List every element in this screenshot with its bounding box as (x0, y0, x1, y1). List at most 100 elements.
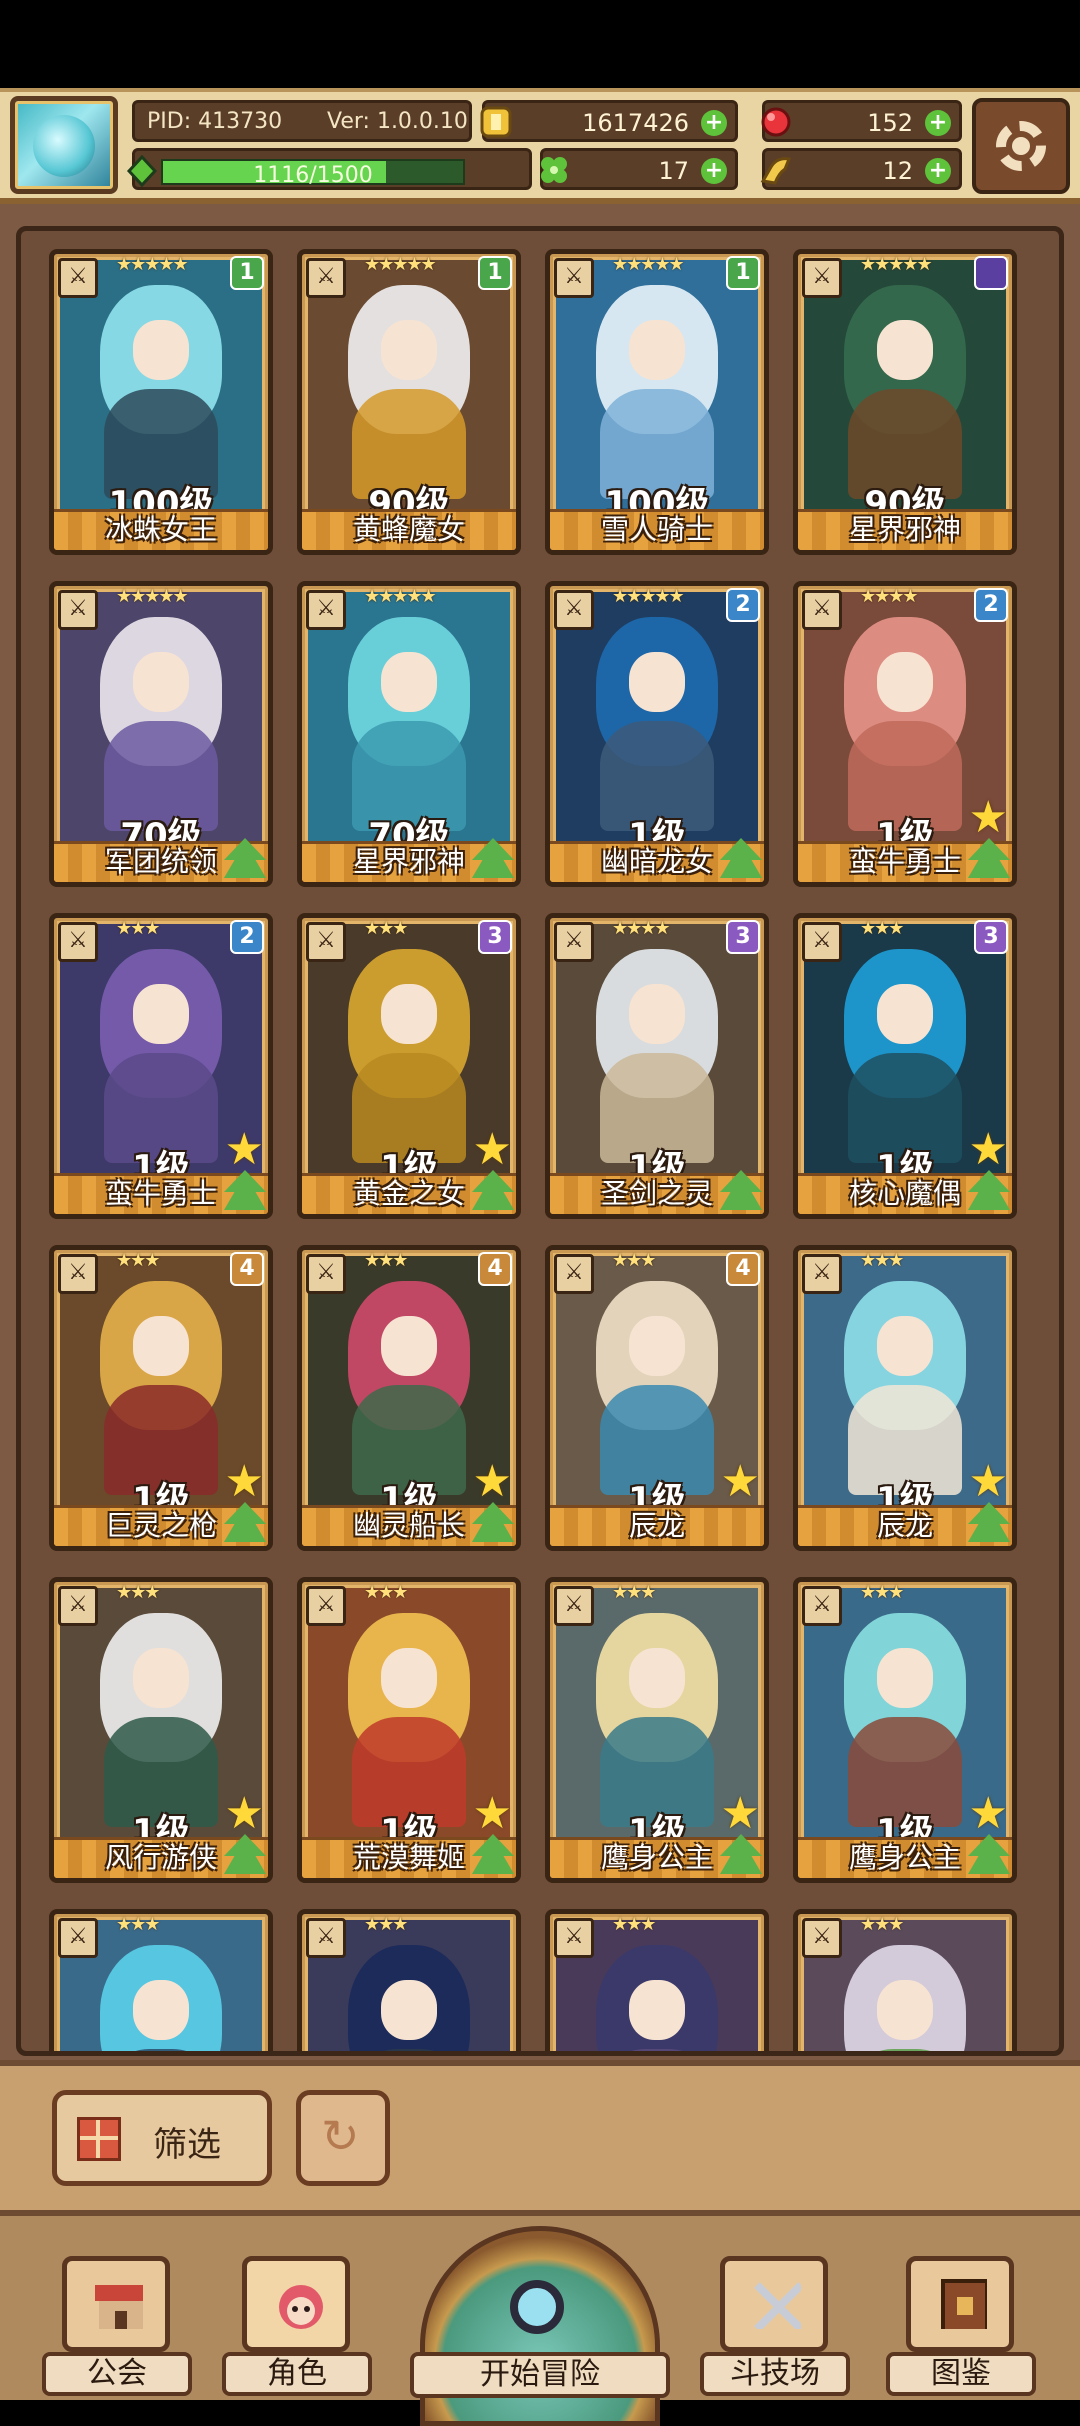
codex-icon-box (906, 2256, 1014, 2352)
hero-card[interactable]: ⚔ ★★★★ 3 1级 圣剑之灵 (545, 913, 769, 1219)
add-gold-button[interactable]: + (701, 110, 727, 136)
nav-guild[interactable]: 公会 (42, 2256, 192, 2396)
avatar-portrait (33, 115, 95, 177)
hero-face (380, 319, 438, 380)
gold-counter: 1617426 + (480, 100, 738, 142)
hero-name: 辰龙 (628, 1509, 685, 1542)
filter-bar: 筛选 ↻ (0, 2060, 1080, 2210)
status-bar (0, 0, 1080, 88)
hero-card[interactable]: ⚔ ★★★ (297, 1909, 521, 2051)
hero-card[interactable]: ⚔ ★★★★★ 1 100级 雪人骑士 (545, 249, 769, 555)
star-upgrade-icon: ★ (968, 792, 1008, 843)
hero-card[interactable]: ⚔ ★★★★ 2 1级 蛮牛勇士 ★ (793, 581, 1017, 887)
star-rating: ★★★★★ (860, 254, 933, 275)
add-clover-button[interactable]: + (701, 158, 727, 184)
hero-face (380, 1647, 438, 1708)
star-upgrade-icon: ★ (968, 1788, 1008, 1839)
class-icon: ⚔ (58, 1918, 98, 1958)
settings-button[interactable] (972, 98, 1070, 194)
hero-face (628, 1315, 686, 1376)
star-rating: ★★★ (116, 918, 160, 939)
class-icon: ⚔ (306, 590, 346, 630)
star-rating: ★★★ (364, 1582, 408, 1603)
magnifier-icon (510, 2280, 564, 2334)
star-upgrade-icon: ★ (472, 1124, 512, 1175)
gold-value: 1617426 (582, 109, 689, 137)
add-gems-button[interactable]: + (925, 110, 951, 136)
character-icon-box (242, 2256, 350, 2352)
star-rating: ★★★ (612, 1582, 656, 1603)
star-rating: ★★★ (860, 1250, 904, 1271)
character-face-icon (279, 2285, 323, 2329)
star-rating: ★★★ (860, 1582, 904, 1603)
hero-face (132, 1647, 190, 1708)
filter-button[interactable]: 筛选 (52, 2090, 272, 2186)
class-icon: ⚔ (554, 1586, 594, 1626)
class-icon: ⚔ (58, 1586, 98, 1626)
clover-value: 17 (658, 157, 689, 185)
hero-card[interactable]: ⚔ ★★★★★ 1 100级 冰蛛女王 (49, 249, 273, 555)
hero-face (132, 651, 190, 712)
hero-card[interactable]: ⚔ ★★★★★ 70级 军团统领 (49, 581, 273, 887)
gem-value: 152 (867, 109, 913, 137)
rank-badge: 4 (478, 1252, 512, 1286)
star-rating: ★★★ (116, 1914, 160, 1935)
rank-badge: 3 (726, 920, 760, 954)
star-rating: ★★★ (860, 918, 904, 939)
star-rating: ★★★ (116, 1250, 160, 1271)
hero-face (132, 983, 190, 1044)
star-rating: ★★★★★ (116, 586, 189, 607)
hero-card[interactable]: ⚔ ★★★ 4 1级 辰龙 ★ (545, 1245, 769, 1551)
rank-badge: 3 (478, 920, 512, 954)
filter-label: 筛选 (153, 2125, 221, 2165)
hero-face (380, 1979, 438, 2040)
hero-card[interactable]: ⚔ ★★★ 4 1级 巨灵之枪 ★ (49, 1245, 273, 1551)
player-avatar[interactable] (10, 96, 118, 194)
hero-card[interactable]: ⚔ ★★★ 3 1级 核心魔偶 ★ (793, 913, 1017, 1219)
hero-card[interactable]: ⚔ ★★★ 2 1级 蛮牛勇士 ★ (49, 913, 273, 1219)
hero-card[interactable]: ⚔ ★★★★★ 2 1级 幽暗龙女 (545, 581, 769, 887)
rank-badge (974, 256, 1008, 290)
hero-card[interactable]: ⚔ ★★★★★ 90级 星界邪神 (793, 249, 1017, 555)
star-rating: ★★★★★ (116, 254, 189, 275)
character-grid[interactable]: ⚔ ★★★★★ 1 100级 冰蛛女王 ⚔ ★★★★★ 1 90级 黄蜂魔女 ⚔ ★★★★★ 1 100级… (16, 226, 1064, 2056)
guild-icon-box (62, 2256, 170, 2352)
hero-card[interactable]: ⚔ ★★★ 3 1级 黄金之女 ★ (297, 913, 521, 1219)
xp-leaf-icon (126, 154, 158, 188)
bottom-nav: 公会 角色 开始冒险 斗技场 图鉴 (0, 2210, 1080, 2426)
rank-badge: 2 (974, 588, 1008, 622)
player-info: PID: 413730 Ver: 1.0.0.10 (132, 100, 472, 142)
hero-card[interactable]: ⚔ ★★★ 1级 鹰身公主 ★ (793, 1577, 1017, 1883)
nav-character[interactable]: 角色 (222, 2256, 372, 2396)
xp-box: 1116/1500 (126, 148, 532, 190)
hero-card[interactable]: ⚔ ★★★★★ 1 90级 黄蜂魔女 (297, 249, 521, 555)
star-upgrade-icon: ★ (968, 1124, 1008, 1175)
hero-face (132, 319, 190, 380)
nav-character-label: 角色 (222, 2352, 372, 2396)
hero-face (380, 1315, 438, 1376)
star-upgrade-icon: ★ (720, 1788, 760, 1839)
star-upgrade-icon: ★ (472, 1788, 512, 1839)
nav-adventure[interactable]: 开始冒险 (410, 2216, 670, 2426)
hero-card[interactable]: ⚔ ★★★ (49, 1909, 273, 2051)
book-icon (941, 2279, 987, 2329)
rank-badge: 1 (478, 256, 512, 290)
add-horn-button[interactable]: + (925, 158, 951, 184)
rank-badge: 1 (726, 256, 760, 290)
class-icon: ⚔ (554, 1254, 594, 1294)
hero-card[interactable]: ⚔ ★★★ (793, 1909, 1017, 2051)
hero-card[interactable]: ⚔ ★★★★★ 70级 星界邪神 (297, 581, 521, 887)
nav-codex[interactable]: 图鉴 (886, 2256, 1036, 2396)
star-upgrade-icon: ★ (224, 1788, 264, 1839)
hero-card[interactable]: ⚔ ★★★ 1级 风行游侠 ★ (49, 1577, 273, 1883)
hero-card[interactable]: ⚔ ★★★ 1级 荒漠舞姬 ★ (297, 1577, 521, 1883)
class-icon: ⚔ (554, 1918, 594, 1958)
hero-card[interactable]: ⚔ ★★★ 1级 鹰身公主 ★ (545, 1577, 769, 1883)
nav-arena[interactable]: 斗技场 (700, 2256, 850, 2396)
hero-card[interactable]: ⚔ ★★★ 4 1级 幽灵船长 ★ (297, 1245, 521, 1551)
hero-name: 冰蛛女王 (104, 513, 217, 546)
rank-badge: 2 (230, 920, 264, 954)
hero-card[interactable]: ⚔ ★★★ 1级 辰龙 ★ (793, 1245, 1017, 1551)
refresh-button[interactable]: ↻ (296, 2090, 390, 2186)
hero-card[interactable]: ⚔ ★★★ (545, 1909, 769, 2051)
